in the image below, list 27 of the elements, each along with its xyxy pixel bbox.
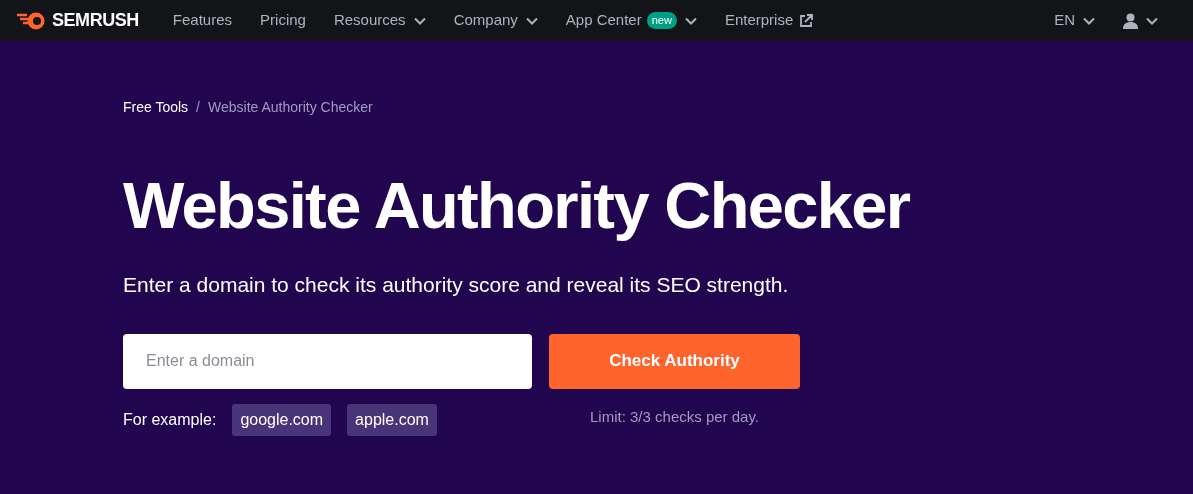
- example-domain-chip[interactable]: apple.com: [347, 403, 437, 436]
- chevron-down-icon: [1146, 16, 1158, 25]
- new-badge: new: [646, 12, 677, 29]
- chevron-down-icon: [413, 16, 426, 25]
- external-link-icon: [799, 13, 814, 28]
- chevron-down-icon: [684, 16, 697, 25]
- logo-link[interactable]: SEMRUSH: [17, 7, 139, 34]
- nav-link[interactable]: Resources: [333, 9, 426, 32]
- language-selector[interactable]: EN: [1054, 9, 1095, 32]
- user-icon: [1123, 12, 1138, 29]
- breadcrumb-link[interactable]: Website Authority Checker: [208, 97, 373, 118]
- nav-link[interactable]: Enterprise: [724, 9, 814, 32]
- nav-link[interactable]: App Center new: [565, 9, 697, 32]
- example-domain-chip[interactable]: google.com: [232, 403, 332, 436]
- page-subtitle: Enter a domain to check its authority score and reveal its SEO strength.: [123, 272, 790, 298]
- breadcrumb-separator: /: [196, 98, 200, 117]
- fireball-icon: [17, 11, 46, 30]
- chevron-down-icon: [1083, 16, 1095, 25]
- nav-link[interactable]: Features: [172, 9, 233, 32]
- limit-text: Limit: 3/3 checks per day.: [589, 406, 760, 427]
- breadcrumb-link[interactable]: Free Tools: [123, 97, 189, 118]
- account-menu-button[interactable]: [1123, 12, 1158, 29]
- nav-link[interactable]: Pricing: [260, 9, 306, 32]
- domain-input-field[interactable]: Enter a domain: [123, 333, 532, 389]
- chevron-down-icon: [525, 16, 538, 25]
- nav-link[interactable]: Company: [453, 9, 538, 32]
- examples-label: For example:: [123, 409, 217, 430]
